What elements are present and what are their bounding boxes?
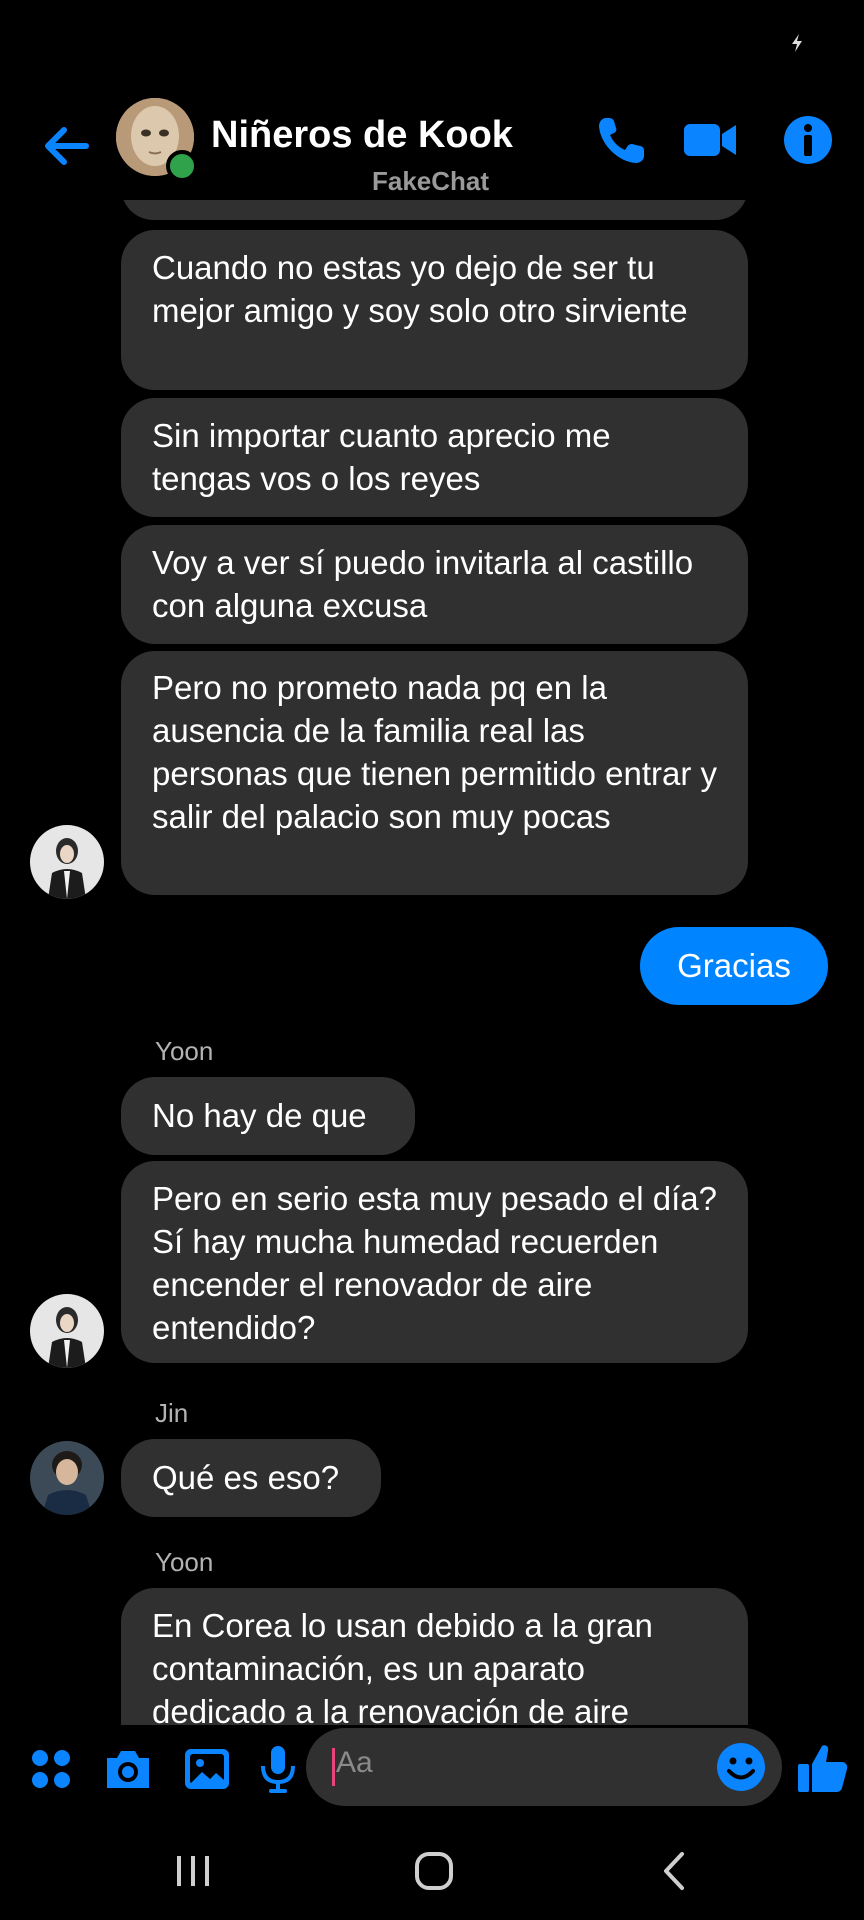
back-icon[interactable] [650, 1846, 700, 1896]
message-bubble[interactable]: No hay de que [121, 1077, 415, 1155]
avatar[interactable] [30, 1441, 104, 1515]
message-input[interactable]: Aa [306, 1728, 782, 1806]
gallery-icon[interactable] [180, 1742, 234, 1796]
sender-name: Yoon [155, 1547, 214, 1577]
message-bubble[interactable]: Pero no prometo nada pq en la ausencia d… [121, 651, 748, 895]
chat-subtitle: FakeChat [372, 166, 490, 196]
outgoing-message-bubble[interactable]: Gracias [640, 927, 828, 1005]
sender-name: Yoon [155, 1036, 214, 1066]
emoji-icon[interactable] [714, 1740, 768, 1794]
message-bubble[interactable]: Sin importar cuanto aprecio me tengas vo… [121, 398, 748, 517]
avatar[interactable] [30, 825, 104, 899]
message-bubble[interactable]: Qué es eso? [121, 1439, 381, 1517]
message-input-placeholder: Aa [336, 1746, 373, 1779]
recent-apps-icon[interactable] [168, 1846, 218, 1896]
status-bar [0, 0, 864, 90]
charging-bolt-icon [792, 34, 802, 52]
info-icon[interactable] [778, 110, 838, 170]
text-cursor [332, 1748, 335, 1786]
microphone-icon[interactable] [251, 1742, 305, 1796]
sender-name: Jin [155, 1398, 189, 1428]
thumbs-up-icon[interactable] [794, 1740, 850, 1796]
message-bubble[interactable]: Pero en serio esta muy pesado el día? Sí… [121, 1161, 748, 1363]
chat-header: Niñeros de Kook FakeChat [0, 90, 864, 200]
camera-icon[interactable] [101, 1742, 155, 1796]
avatar[interactable] [30, 1294, 104, 1368]
video-camera-icon[interactable] [680, 110, 740, 170]
phone-icon[interactable] [592, 110, 652, 170]
back-arrow-icon[interactable] [36, 116, 96, 176]
system-navigation-bar [0, 1818, 864, 1920]
apps-grid-icon[interactable] [24, 1742, 78, 1796]
message-bubble[interactable]: Cuando no estas yo dejo de ser tu mejor … [121, 230, 748, 390]
chat-title[interactable]: Niñeros de Kook [211, 114, 513, 157]
online-status-indicator [166, 150, 198, 182]
message-bubble[interactable]: En Corea lo usan debido a la gran contam… [121, 1588, 748, 1725]
message-list[interactable]: Cuando no estas yo dejo de ser tu mejor … [0, 195, 864, 1725]
message-bubble[interactable]: Voy a ver sí puedo invitarla al castillo… [121, 525, 748, 644]
message-composer: Aa [0, 1728, 864, 1818]
home-icon[interactable] [409, 1846, 459, 1896]
